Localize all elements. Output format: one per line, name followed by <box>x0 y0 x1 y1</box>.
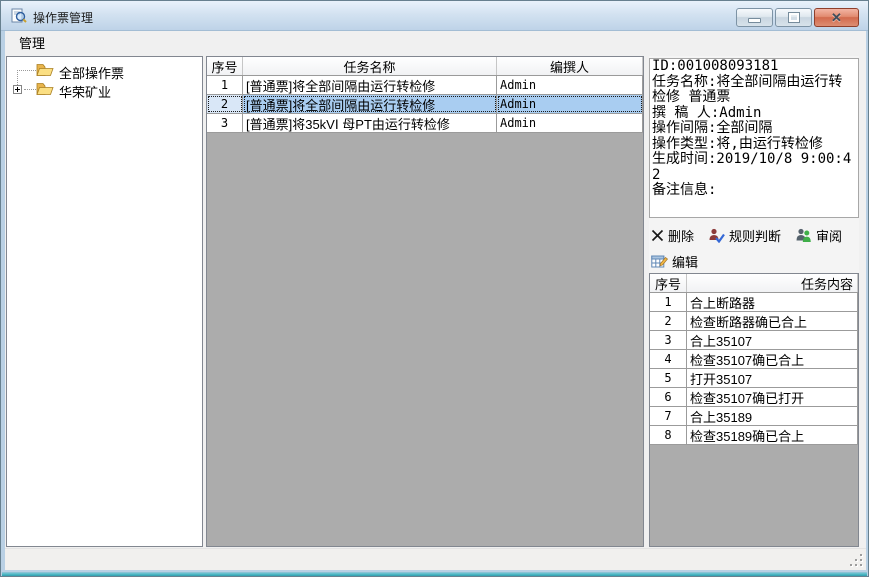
column-header-task-name[interactable]: 任务名称 <box>243 57 497 75</box>
content-table-empty-area <box>650 445 858 546</box>
delete-x-icon <box>651 229 664 242</box>
content-table: 序号 任务内容 1 合上断路器 2 检查断路器确已合上 3 合上35107 4 <box>649 273 859 547</box>
delete-button[interactable]: 删除 <box>651 226 694 245</box>
maximize-icon <box>789 13 799 22</box>
content-row-index: 7 <box>650 407 687 425</box>
column-header-index[interactable]: 序号 <box>650 274 687 292</box>
rule-check-button[interactable]: 规则判断 <box>708 226 781 245</box>
close-icon: ✕ <box>831 11 842 24</box>
menu-bar: 管理 <box>5 31 866 54</box>
content-row-text: 检查35107确已合上 <box>687 350 858 368</box>
title-bar[interactable]: 操作票管理 ✕ <box>1 1 868 31</box>
ticket-detail-text: ID:001008093181 任务名称:将全部间隔由运行转检修 普通票 撰 稿… <box>649 58 859 218</box>
tree-line <box>17 70 36 71</box>
content-row-index: 2 <box>650 312 687 330</box>
maximize-button[interactable] <box>775 8 812 27</box>
folder-icon <box>36 81 54 97</box>
edit-button[interactable]: 编辑 <box>651 252 698 271</box>
person-check-icon <box>708 228 725 243</box>
content-row-6[interactable]: 6 检查35107确已打开 <box>650 388 858 407</box>
task-row-index: 3 <box>207 114 243 132</box>
task-row-editor: Admin <box>497 114 643 132</box>
ticket-tree-panel: 全部操作票 华荣矿业 <box>6 56 203 547</box>
window-title: 操作票管理 <box>33 9 93 26</box>
column-header-content[interactable]: 任务内容 <box>687 274 858 292</box>
tree-item-all-tickets[interactable]: 全部操作票 <box>7 61 202 80</box>
task-row-2-selected[interactable]: 2 [普通票]将全部间隔由运行转检修 Admin <box>207 95 643 114</box>
content-row-1[interactable]: 1 合上断路器 <box>650 293 858 312</box>
column-header-index[interactable]: 序号 <box>207 57 243 75</box>
edit-label: 编辑 <box>672 252 698 271</box>
task-row-editor: Admin <box>497 76 643 94</box>
content-row-index: 6 <box>650 388 687 406</box>
content-row-text: 合上35189 <box>687 407 858 425</box>
task-row-name: [普通票]将全部间隔由运行转检修 <box>243 76 497 94</box>
task-row-1[interactable]: 1 [普通票]将全部间隔由运行转检修 Admin <box>207 76 643 95</box>
menu-item-manage[interactable]: 管理 <box>12 30 52 55</box>
task-row-editor: Admin <box>497 95 643 113</box>
action-row-1: 删除 规则判断 审 <box>651 226 842 245</box>
content-row-text: 打开35107 <box>687 369 858 387</box>
close-button[interactable]: ✕ <box>814 8 859 27</box>
content-row-text: 检查35189确已合上 <box>687 426 858 444</box>
content-row-text: 检查断路器确已合上 <box>687 312 858 330</box>
content-row-4[interactable]: 4 检查35107确已合上 <box>650 350 858 369</box>
resize-grip[interactable] <box>850 554 864 568</box>
task-row-name: [普通票]将35kVⅠ 母PT由运行转检修 <box>243 114 497 132</box>
column-header-editor[interactable]: 编撰人 <box>497 57 643 75</box>
detail-panel: ID:001008093181 任务名称:将全部间隔由运行转检修 普通票 撰 稿… <box>649 56 859 547</box>
edit-table-pencil-icon <box>651 254 668 269</box>
minimize-button[interactable] <box>736 8 773 27</box>
content-row-text: 合上断路器 <box>687 293 858 311</box>
minimize-icon <box>748 18 761 23</box>
status-bar <box>5 548 866 570</box>
tree-item-label: 华荣矿业 <box>59 82 111 101</box>
app-magnifier-icon <box>11 8 27 24</box>
action-row-2: 编辑 <box>651 252 698 271</box>
content-row-index: 1 <box>650 293 687 311</box>
tree-line <box>24 89 36 90</box>
window-bottom-border <box>2 572 867 576</box>
content-row-index: 3 <box>650 331 687 349</box>
window-controls: ✕ <box>736 8 859 27</box>
task-row-3[interactable]: 3 [普通票]将35kVⅠ 母PT由运行转检修 Admin <box>207 114 643 133</box>
content-row-8[interactable]: 8 检查35189确已合上 <box>650 426 858 445</box>
review-label: 审阅 <box>816 226 842 245</box>
rule-check-label: 规则判断 <box>729 226 781 245</box>
client-area: 管理 全部操作票 华荣矿业 <box>5 31 866 570</box>
content-row-index: 8 <box>650 426 687 444</box>
content-row-text: 合上35107 <box>687 331 858 349</box>
tree-item-huarong[interactable]: 华荣矿业 <box>7 80 202 99</box>
tree-expand-icon[interactable] <box>13 85 22 94</box>
content-row-index: 4 <box>650 350 687 368</box>
people-review-icon <box>795 228 812 243</box>
content-table-header: 序号 任务内容 <box>650 274 858 293</box>
task-row-index: 2 <box>207 95 243 113</box>
content-row-2[interactable]: 2 检查断路器确已合上 <box>650 312 858 331</box>
task-table: 序号 任务名称 编撰人 1 [普通票]将全部间隔由运行转检修 Admin 2 [… <box>206 56 644 547</box>
task-row-index: 1 <box>207 76 243 94</box>
task-row-name: [普通票]将全部间隔由运行转检修 <box>243 95 497 113</box>
folder-icon <box>36 62 54 78</box>
content-row-5[interactable]: 5 打开35107 <box>650 369 858 388</box>
review-button[interactable]: 审阅 <box>795 226 842 245</box>
content-row-text: 检查35107确已打开 <box>687 388 858 406</box>
content-row-3[interactable]: 3 合上35107 <box>650 331 858 350</box>
task-table-empty-area <box>207 133 643 546</box>
app-window: 操作票管理 ✕ 管理 全部操作票 <box>0 0 869 577</box>
task-table-header: 序号 任务名称 编撰人 <box>207 57 643 76</box>
content-row-index: 5 <box>650 369 687 387</box>
content-row-7[interactable]: 7 合上35189 <box>650 407 858 426</box>
delete-label: 删除 <box>668 226 694 245</box>
